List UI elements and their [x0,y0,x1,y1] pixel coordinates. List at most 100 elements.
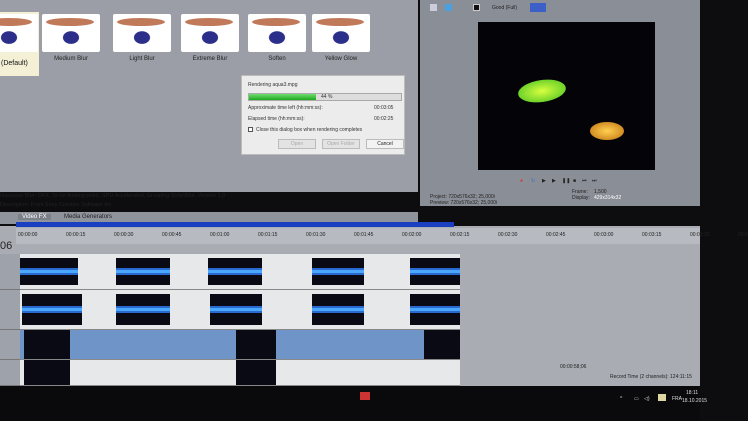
track-header[interactable] [0,330,20,360]
current-time: 00:00:58;06 [560,364,587,370]
taskbar-app-icon[interactable] [360,392,370,400]
preset-label: Soften [268,56,286,62]
track-header[interactable] [0,360,20,386]
preset-thumb-medium-blur[interactable] [42,14,100,52]
loop-icon[interactable]: ↻ [531,178,535,184]
record-time: Record Time (2 channels): 124:11:15 [610,374,692,380]
video-clip[interactable] [24,360,70,385]
close-when-done-checkbox[interactable] [248,127,253,132]
ruler-tick-label: 00:01:45 [354,232,374,238]
audio-clip[interactable] [20,258,78,285]
audio-clip[interactable] [410,258,460,285]
language-indicator[interactable]: FRA [672,396,682,402]
ruler-tick-label: 00:00:15 [66,232,86,238]
volume-icon[interactable]: ◁) [644,396,650,402]
tab-video-fx[interactable]: Video FX [18,214,51,220]
display-value: 429x314x32 [594,195,622,201]
ruler-tick-label: 00:00:00 [18,232,38,238]
track-number: 06 [0,240,13,252]
video-preview-panel: Good (Full) ● ↻ ▶ ▶ ❚❚ ■ ⏮ ⏭ Project: 72… [420,0,700,206]
orange-fish-image [590,122,624,140]
play-from-start-icon[interactable]: ▶ [542,178,546,184]
green-fish-image [516,76,568,106]
audio-clip[interactable] [116,258,170,285]
audio-clip[interactable] [312,294,364,325]
ruler-tick-label: 00:02:30 [498,232,518,238]
audio-clip[interactable] [410,294,460,325]
video-fx-panel: (Default) Medium Blur Light Blur Extreme… [0,0,418,208]
audio-clip[interactable] [116,294,170,325]
ruler-tick-label: 00:01:00 [210,232,230,238]
audio-clip[interactable] [312,258,364,285]
ruler-tick-label: 00:02:45 [546,232,566,238]
ruler-tick-label: 00:03:45 [738,232,748,238]
preview-quality-select[interactable]: Good (Full) [492,5,517,11]
clock[interactable]: 18:11 [686,390,698,396]
timeline: 06 00:00:00 00:00:15 00:00:30 00:00:45 00:01… [0,222,748,360]
preset-thumb-yellow-glow[interactable] [312,14,370,52]
video-track-1 [20,330,460,360]
preview-info: Preview: 720x576x32; 25,000i [430,200,497,206]
audio-clip[interactable] [208,258,262,285]
preset-label: (Default) [1,60,28,67]
ruler-tick-label: 00:00:45 [162,232,182,238]
video-clip[interactable] [424,330,460,359]
date[interactable]: 18.10.2015 [682,398,707,404]
render-progress-bar: 44 % [248,93,402,101]
network-icon[interactable]: ▭ [634,396,639,402]
preset-thumb-soften[interactable] [248,14,306,52]
pause-icon[interactable]: ❚❚ [562,178,570,184]
open-button[interactable]: Open [278,139,316,149]
open-folder-button[interactable]: Open Folder [322,139,360,149]
go-to-start-icon[interactable]: ⏮ [582,178,587,184]
render-progress-dialog: Rendering aqua3.mpg 44 % Approximate tim… [241,75,405,155]
track-header[interactable] [0,290,20,330]
ruler-tick-label: 00:00:30 [114,232,134,238]
go-to-end-icon[interactable]: ⏭ [592,178,597,184]
split-screen-icon[interactable] [473,4,480,11]
play-icon[interactable]: ▶ [552,178,556,184]
video-clip[interactable] [24,330,70,359]
elapsed-value: 00:02:25 [374,116,394,122]
external-monitor-icon[interactable] [445,4,452,11]
video-clip[interactable] [236,360,276,385]
taskbar: ^ ▭ ◁) FRA 18:11 18.10.2015 [0,386,707,421]
tab-media-generators[interactable]: Media Generators [64,214,112,220]
video-track-2 [20,360,460,386]
audio-clip[interactable] [210,294,262,325]
time-ruler[interactable]: 00:00:00 00:00:15 00:00:30 00:00:45 00:01:00… [16,228,748,244]
notification-icon[interactable] [658,394,666,401]
stop-icon[interactable]: ■ [573,178,576,184]
video-clip[interactable] [236,330,276,359]
video-track-2-area: 00:00:58;06 Record Time (2 channels): 12… [0,360,700,386]
audio-track-1 [20,254,460,290]
ruler-tick-label: 00:01:30 [306,232,326,238]
track-header[interactable] [0,254,20,290]
preview-properties-icon[interactable] [430,4,437,11]
display-label: Display: [572,195,590,201]
preset-label: Light Blur [129,56,155,62]
preset-thumb-default[interactable] [0,14,38,52]
record-icon[interactable]: ● [520,178,523,184]
time-left-label: Approximate time left (hh:mm:ss): [248,105,323,111]
preset-label: Yellow Glow [324,56,358,62]
preset-label: Medium Blur [54,56,88,62]
cancel-button[interactable]: Cancel [366,139,404,149]
preset-label: Extreme Blur [192,56,228,62]
effect-source: Description: From Sony Creative Software… [0,202,114,208]
tray-up-icon[interactable]: ^ [620,396,622,402]
progress-fill [249,94,316,100]
loop-region-bar[interactable] [16,222,454,227]
audio-clip[interactable] [22,294,82,325]
preset-thumb-extreme-blur[interactable] [181,14,239,52]
close-when-done-label: Close this dialog box when rendering com… [256,127,363,133]
progress-percent: 44 % [321,94,333,100]
ruler-tick-label: 00:02:15 [450,232,470,238]
preset-thumb-light-blur[interactable] [113,14,171,52]
ruler-tick-label: 00:03:00 [594,232,614,238]
video-preview [478,22,655,170]
dialog-title: Rendering aqua3.mpg [248,82,298,88]
overlays-dropdown[interactable] [530,3,546,12]
effect-description: Gaussian Blur: OFX, 32-bit floating poin… [0,193,226,199]
ruler-tick-label: 00:03:15 [642,232,662,238]
